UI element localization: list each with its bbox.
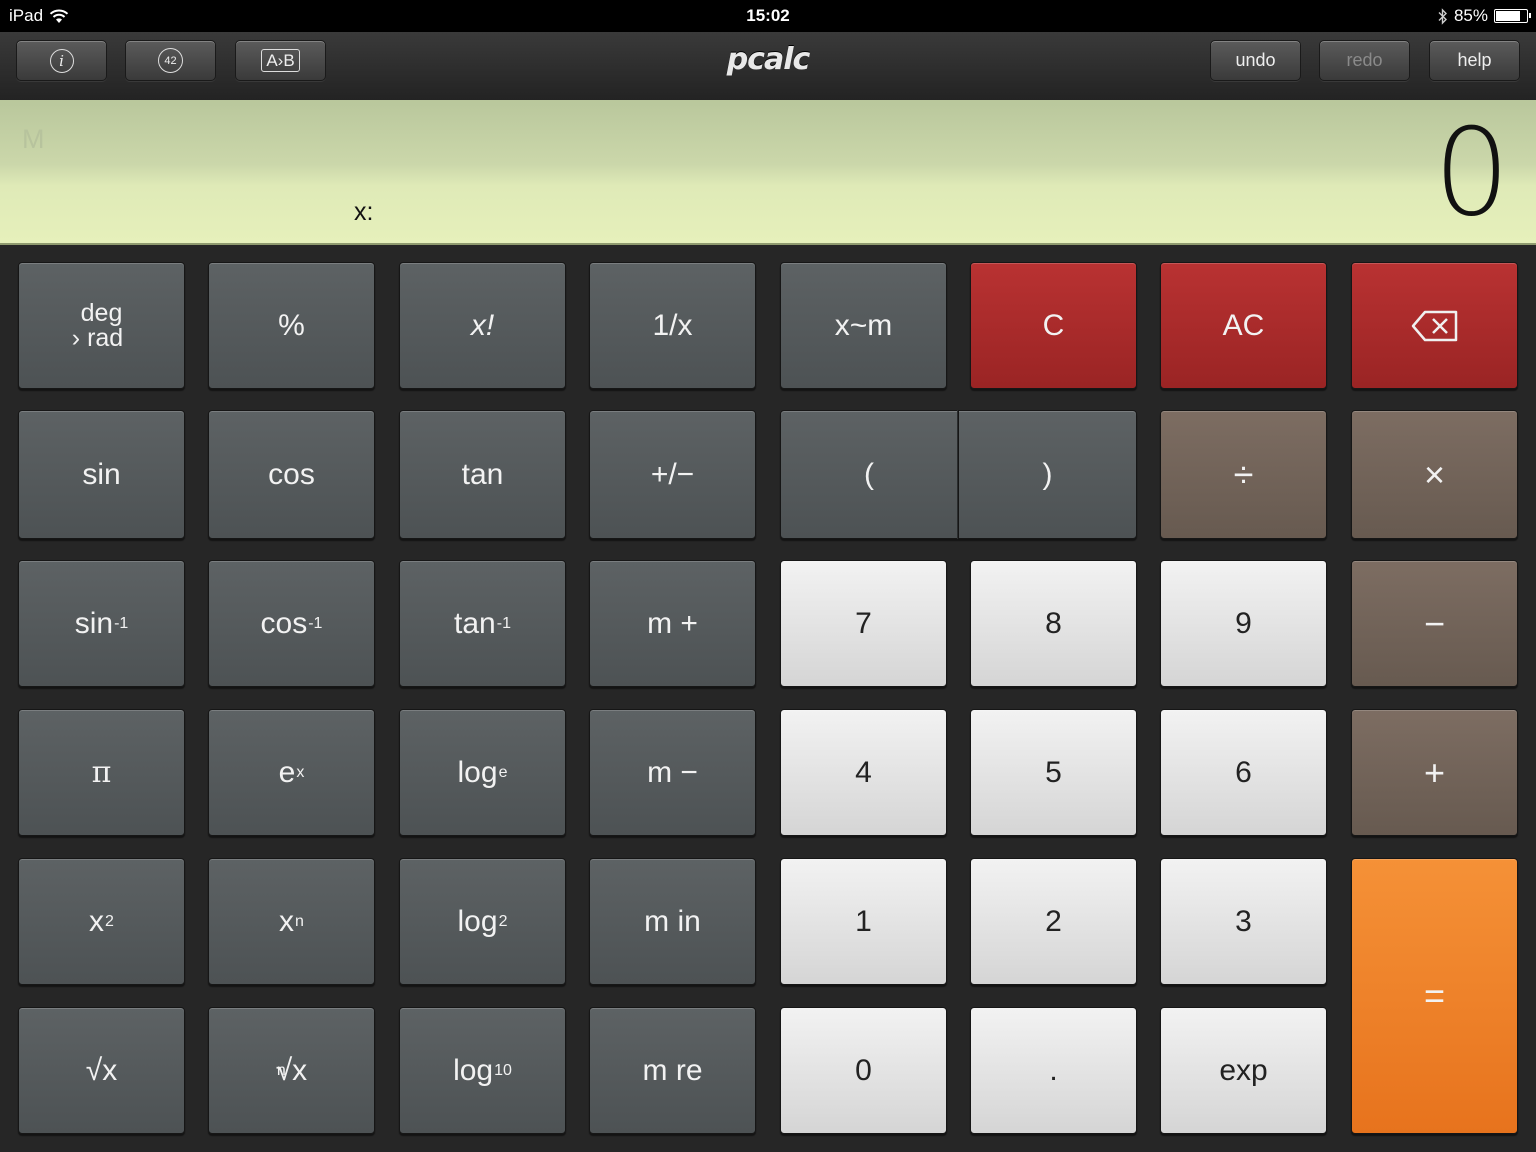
- add-key[interactable]: +: [1351, 709, 1518, 836]
- log2-label: log: [457, 904, 498, 938]
- percent-key[interactable]: %: [208, 262, 375, 389]
- deg-rad-key[interactable]: deg › rad: [18, 262, 185, 389]
- exp-e-base: e: [278, 755, 296, 789]
- pi-key[interactable]: π: [18, 709, 185, 836]
- undo-button[interactable]: undo: [1210, 40, 1301, 81]
- battery-percent: 85%: [1453, 6, 1488, 25]
- plus-minus-key[interactable]: +/−: [589, 410, 756, 539]
- memory-minus-key[interactable]: m −: [589, 709, 756, 836]
- memory-recall-key[interactable]: m re: [589, 1007, 756, 1134]
- redo-button[interactable]: redo: [1319, 40, 1410, 81]
- paren-divider: [957, 410, 958, 539]
- digit-1-key[interactable]: 1: [780, 858, 947, 985]
- digit-9-key[interactable]: 9: [1160, 560, 1327, 687]
- digit-7-key[interactable]: 7: [780, 560, 947, 687]
- power-key[interactable]: xn: [208, 858, 375, 985]
- factorial-key[interactable]: x!: [399, 262, 566, 389]
- memory-indicator: M: [22, 124, 45, 154]
- close-paren-key[interactable]: ): [958, 410, 1137, 539]
- cos-key[interactable]: cos: [208, 410, 375, 539]
- reciprocal-key[interactable]: 1/x: [589, 262, 756, 389]
- digit-5-key[interactable]: 5: [970, 709, 1137, 836]
- arcsin-key[interactable]: sin -1: [18, 560, 185, 687]
- exp-e-exponent: x: [296, 763, 305, 781]
- log10-key[interactable]: log 10: [399, 1007, 566, 1134]
- log2-subscript: 2: [498, 912, 508, 930]
- status-time: 15:02: [746, 6, 790, 25]
- app-logo: pcalc: [726, 42, 811, 77]
- exp-e-key[interactable]: ex: [208, 709, 375, 836]
- deg-label: deg: [80, 298, 123, 327]
- digit-0-key[interactable]: 0: [780, 1007, 947, 1134]
- clear-key[interactable]: C: [970, 262, 1137, 389]
- arctan-exponent: -1: [496, 614, 511, 632]
- square-key[interactable]: x2: [18, 858, 185, 985]
- display-value: 0: [1433, 104, 1510, 243]
- ln-key[interactable]: log e: [399, 709, 566, 836]
- backspace-icon: [1411, 310, 1457, 341]
- log2-key[interactable]: log 2: [399, 858, 566, 985]
- memory-in-key[interactable]: m in: [589, 858, 756, 985]
- help-button[interactable]: help: [1429, 40, 1520, 81]
- tan-key[interactable]: tan: [399, 410, 566, 539]
- arcsin-exponent: -1: [114, 614, 129, 632]
- rad-label: › rad: [71, 323, 124, 352]
- x-register-label: x:: [354, 198, 374, 226]
- square-root-key[interactable]: √x: [18, 1007, 185, 1134]
- digit-2-key[interactable]: 2: [970, 858, 1137, 985]
- divide-key[interactable]: ÷: [1160, 410, 1327, 539]
- arcsin-label: sin: [74, 606, 114, 640]
- digit-4-key[interactable]: 4: [780, 709, 947, 836]
- power-exponent: n: [295, 912, 304, 930]
- exponent-key[interactable]: exp: [1160, 1007, 1327, 1134]
- deg-rad-label: deg › rad: [72, 298, 123, 351]
- open-paren-key[interactable]: (: [780, 410, 958, 539]
- backspace-key[interactable]: [1351, 262, 1518, 389]
- status-bar: iPad 15:02 85%: [0, 0, 1536, 32]
- arctan-label: tan: [454, 606, 496, 640]
- all-clear-key[interactable]: AC: [1160, 262, 1327, 389]
- status-right: 85%: [1438, 6, 1531, 26]
- log10-subscript: 10: [494, 1061, 512, 1079]
- arccos-label: cos: [260, 606, 308, 640]
- power-base: x: [279, 904, 295, 938]
- swap-memory-key[interactable]: x~m: [780, 262, 947, 389]
- calculator-display: M x: 0: [0, 100, 1536, 245]
- toolbar: i 42 A›B pcalc undo redo help: [0, 32, 1536, 101]
- arctan-key[interactable]: tan -1: [399, 560, 566, 687]
- digit-8-key[interactable]: 8: [970, 560, 1137, 687]
- digit-6-key[interactable]: 6: [1160, 709, 1327, 836]
- square-base: x: [89, 904, 105, 938]
- memory-plus-key[interactable]: m +: [589, 560, 756, 687]
- square-exponent: 2: [105, 912, 114, 930]
- battery-icon: [1494, 9, 1531, 23]
- subtract-key[interactable]: −: [1351, 560, 1518, 687]
- multiply-key[interactable]: ×: [1351, 410, 1518, 539]
- nth-root-key[interactable]: n √x: [208, 1007, 375, 1134]
- bluetooth-icon: [1438, 7, 1447, 25]
- arccos-exponent: -1: [308, 614, 323, 632]
- sin-key[interactable]: sin: [18, 410, 185, 539]
- decimal-point-key[interactable]: .: [970, 1007, 1137, 1134]
- nth-root-label: √x: [275, 1053, 308, 1087]
- digit-3-key[interactable]: 3: [1160, 858, 1327, 985]
- ln-label: log: [457, 755, 498, 789]
- log10-label: log: [453, 1053, 494, 1087]
- arccos-key[interactable]: cos -1: [208, 560, 375, 687]
- ln-subscript: e: [498, 763, 508, 781]
- equals-key[interactable]: =: [1351, 858, 1518, 1134]
